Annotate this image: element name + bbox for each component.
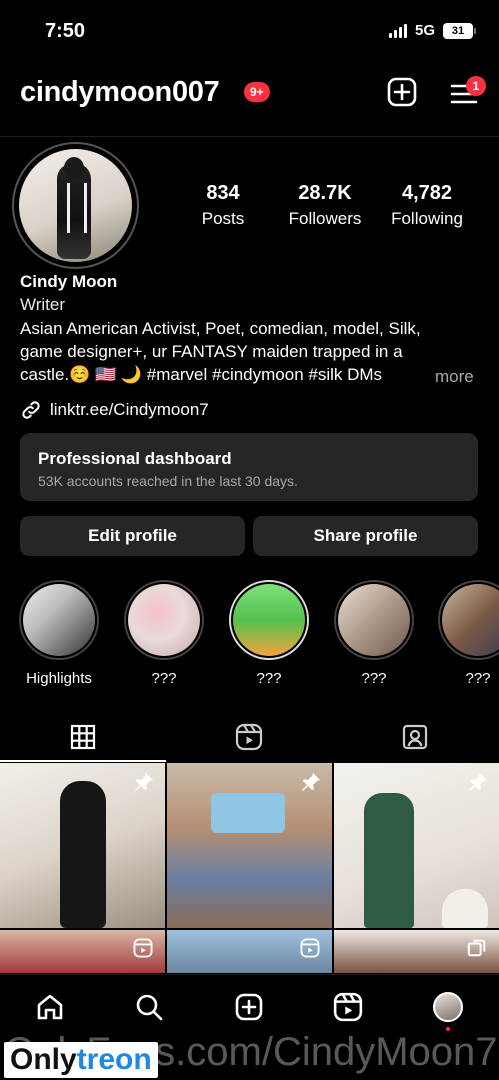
tab-grid[interactable] (0, 712, 166, 762)
post-thumbnail[interactable] (167, 930, 332, 973)
highlight-item[interactable]: ??? (334, 580, 414, 687)
profile-header: cindymoon007 9+ (0, 68, 499, 118)
pin-icon (135, 773, 153, 791)
notification-badge[interactable]: 9+ (244, 82, 270, 102)
status-time: 7:50 (45, 20, 86, 42)
share-profile-button[interactable]: Share profile (253, 516, 478, 556)
followers-count: 28.7K (298, 182, 352, 204)
username-title[interactable]: cindymoon007 (20, 76, 220, 109)
profile-avatar-icon (433, 992, 463, 1022)
reels-icon (333, 992, 363, 1022)
nav-create[interactable] (233, 991, 265, 1023)
post-thumbnail[interactable] (334, 930, 499, 973)
nav-search[interactable] (133, 991, 165, 1023)
posts-count: 834 (206, 182, 240, 204)
highlight-label: ??? (361, 670, 387, 687)
profile-bio: Cindy Moon Writer Asian American Activis… (20, 271, 484, 386)
tagged-icon (402, 724, 428, 750)
profile-avatar[interactable] (12, 142, 139, 269)
grid-icon (70, 724, 96, 750)
watermark: OnlyFans.com/CindyMoon7 Only treon (0, 1030, 499, 1080)
tab-reels[interactable] (166, 712, 332, 762)
plus-square-icon (387, 77, 417, 107)
edit-profile-button[interactable]: Edit profile (20, 516, 245, 556)
watermark-logo-part: Only (10, 1043, 77, 1076)
reels-icon (133, 938, 153, 958)
bio-line: castle.☺️ 🇺🇸 🌙 #marvel #cindymoon #silk … (20, 365, 383, 384)
post-thumbnail[interactable] (0, 763, 165, 928)
highlight-label: Highlights (26, 670, 92, 687)
highlight-item[interactable]: ??? (438, 580, 499, 687)
bio-line: Asian American Activist, Poet, comedian,… (20, 319, 421, 338)
watermark-logo-part: treon (76, 1043, 152, 1076)
highlight-label: ??? (256, 670, 282, 687)
pin-icon (302, 773, 320, 791)
link-text: linktr.ee/Cindymoon7 (50, 400, 209, 419)
reels-icon (235, 723, 263, 751)
active-tab-indicator (0, 760, 166, 762)
home-icon (37, 994, 63, 1020)
pin-icon (469, 773, 487, 791)
reels-icon (300, 938, 320, 958)
highlight-item[interactable]: ??? (124, 580, 204, 687)
nav-reels[interactable] (332, 991, 364, 1023)
more-link[interactable]: more (435, 365, 474, 388)
category-label: Writer (20, 295, 66, 314)
bio-text: Asian American Activist, Poet, comedian,… (20, 317, 484, 386)
signal-icon (388, 23, 407, 38)
display-name: Cindy Moon (20, 272, 118, 291)
status-bar: 7:50 5G 31 (0, 0, 499, 60)
posts-stat[interactable]: 834 Posts (190, 182, 256, 229)
followers-stat[interactable]: 28.7K Followers (283, 182, 367, 229)
following-stat[interactable]: 4,782 Following (386, 182, 468, 229)
nav-profile[interactable] (432, 991, 464, 1023)
search-icon (136, 994, 163, 1021)
battery-icon: 31 (443, 22, 476, 39)
network-label: 5G (414, 22, 435, 39)
post-thumbnail[interactable] (334, 763, 499, 928)
create-icon (235, 993, 263, 1021)
nav-home[interactable] (34, 991, 66, 1023)
following-count: 4,782 (401, 182, 453, 204)
post-thumbnail[interactable] (0, 930, 165, 973)
header-divider (0, 136, 499, 137)
highlight-label: ??? (465, 670, 491, 687)
highlight-item[interactable]: Highlights (19, 580, 99, 687)
posts-label: Posts (201, 209, 245, 228)
dashboard-title: Professional dashboard (38, 449, 232, 468)
link-icon (22, 401, 40, 419)
posts-grid (0, 763, 499, 973)
bio-line: game designer+, ur FANTASY maiden trappe… (20, 342, 403, 361)
highlight-label: ??? (151, 670, 177, 687)
carousel-icon (467, 939, 486, 957)
highlight-item[interactable]: ??? (229, 580, 309, 687)
professional-dashboard[interactable]: Professional dashboard 53K accounts reac… (20, 433, 478, 501)
followers-label: Followers (288, 209, 362, 228)
create-post-button[interactable] (386, 76, 418, 108)
bio-link[interactable]: linktr.ee/Cindymoon7 (20, 399, 209, 421)
watermark-logo: Only treon (4, 1042, 158, 1078)
tab-tagged[interactable] (332, 712, 498, 762)
dashboard-subtitle: 53K accounts reached in the last 30 days… (38, 473, 298, 489)
avatar-image (19, 149, 132, 262)
menu-badge: 1 (466, 76, 486, 96)
status-indicators: 5G 31 (388, 22, 476, 39)
following-label: Following (391, 209, 463, 228)
post-thumbnail[interactable] (167, 763, 332, 928)
profile-tabs (0, 712, 499, 762)
